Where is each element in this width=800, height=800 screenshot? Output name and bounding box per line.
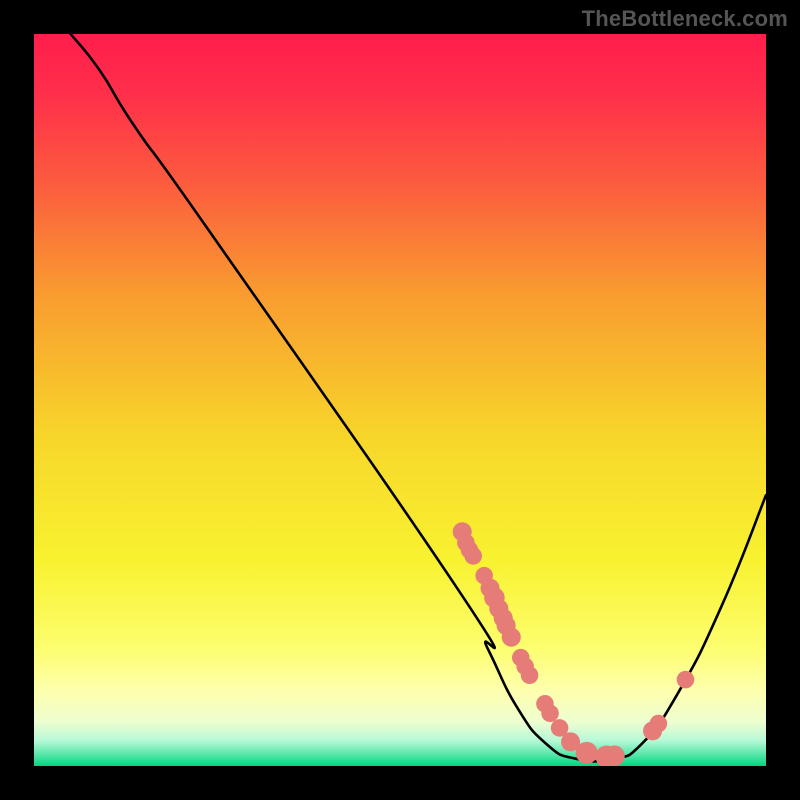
curve-marker bbox=[464, 547, 482, 565]
curve-marker bbox=[576, 742, 598, 764]
curve-marker bbox=[502, 628, 521, 647]
curve-marker bbox=[541, 705, 559, 723]
gradient-rect bbox=[34, 34, 766, 766]
curve-marker bbox=[677, 671, 695, 689]
plot-area bbox=[34, 34, 766, 766]
curve-marker bbox=[521, 666, 539, 684]
curve-marker bbox=[604, 746, 625, 767]
plot-svg bbox=[34, 34, 766, 766]
watermark-text: TheBottleneck.com bbox=[582, 6, 788, 32]
chart-frame: TheBottleneck.com bbox=[0, 0, 800, 800]
curve-marker bbox=[650, 715, 668, 733]
